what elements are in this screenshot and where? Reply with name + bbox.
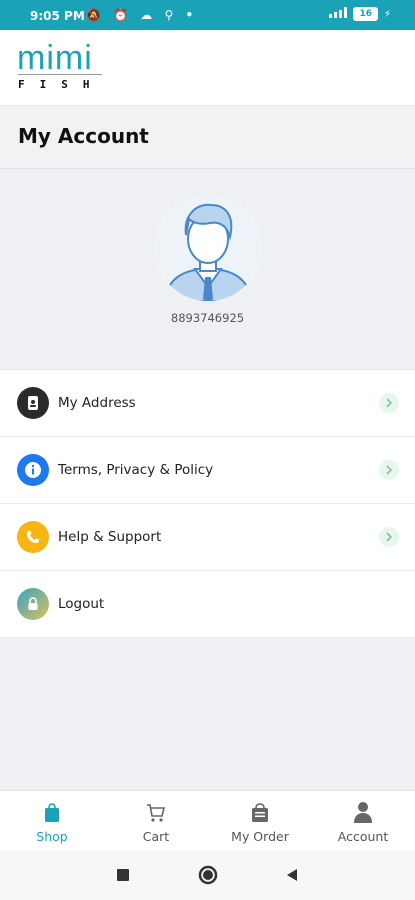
shopping-bag-icon (0, 799, 104, 823)
alarm-icon: ⏰ (113, 8, 133, 22)
nav-label: Cart (142, 829, 170, 844)
logo-divider (18, 74, 102, 75)
status-right: 16 ⚡ (327, 7, 391, 21)
nav-account[interactable]: Account (311, 799, 415, 844)
page-header: My Account (0, 106, 415, 169)
menu-item-terms[interactable]: Terms, Privacy & Policy (0, 437, 415, 504)
user-avatar-icon (155, 195, 261, 301)
page-title: My Account (18, 124, 149, 148)
menu-item-help-support[interactable]: Help & Support (0, 504, 415, 571)
logo-wordmark: mimi (17, 39, 93, 77)
logo-subtitle: FISH (18, 78, 105, 91)
cloud-icon: ☁ (140, 8, 157, 22)
address-book-icon (17, 387, 49, 419)
triangle-back-icon (287, 869, 297, 881)
nav-shop[interactable]: Shop (0, 799, 104, 844)
menu-label: My Address (58, 395, 136, 411)
nav-label: My Order (231, 829, 289, 844)
profile-phone: 8893746925 (170, 311, 245, 325)
charging-icon: ⚡ (383, 8, 391, 20)
circle-icon (198, 865, 218, 885)
home-button[interactable] (198, 865, 218, 889)
battery-indicator: 16 (353, 7, 378, 21)
user-icon (311, 799, 415, 823)
recent-apps-button[interactable] (116, 867, 130, 886)
cart-icon (104, 799, 208, 823)
square-icon (117, 869, 129, 881)
signal-icon (327, 7, 348, 21)
nav-label: Shop (36, 829, 68, 844)
profile-section: 8893746925 (0, 169, 415, 369)
status-time: 9:05 PM (30, 9, 85, 23)
brand-header: mimi FISH (0, 30, 415, 106)
system-nav-bar (0, 850, 415, 900)
menu-item-logout[interactable]: Logout (0, 571, 415, 638)
chevron-right-icon[interactable] (379, 393, 399, 413)
status-icons: 🔕 ⏰ ☁ ⚲ • (86, 8, 197, 22)
notification-off-icon: 🔕 (86, 8, 105, 22)
status-bar: 9:05 PM 🔕 ⏰ ☁ ⚲ • 16 ⚡ (0, 0, 415, 30)
menu-label: Terms, Privacy & Policy (58, 462, 214, 478)
order-bag-icon (208, 799, 312, 823)
bottom-navigation: Shop Cart My Order Account (0, 790, 415, 851)
menu-label: Logout (58, 596, 105, 612)
dot-icon: • (185, 8, 198, 22)
search-icon: ⚲ (164, 8, 178, 22)
info-icon (17, 454, 49, 486)
chevron-right-icon[interactable] (379, 460, 399, 480)
avatar[interactable] (155, 195, 261, 301)
menu-label: Help & Support (58, 529, 162, 545)
chevron-right-icon[interactable] (379, 527, 399, 547)
back-button[interactable] (285, 867, 299, 886)
nav-label: Account (337, 829, 389, 844)
phone-icon (17, 521, 49, 553)
menu-item-my-address[interactable]: My Address (0, 370, 415, 437)
nav-my-order[interactable]: My Order (208, 799, 312, 844)
nav-cart[interactable]: Cart (104, 799, 208, 844)
account-menu: My Address Terms, Privacy & Policy Help … (0, 369, 415, 638)
lock-icon (17, 588, 49, 620)
